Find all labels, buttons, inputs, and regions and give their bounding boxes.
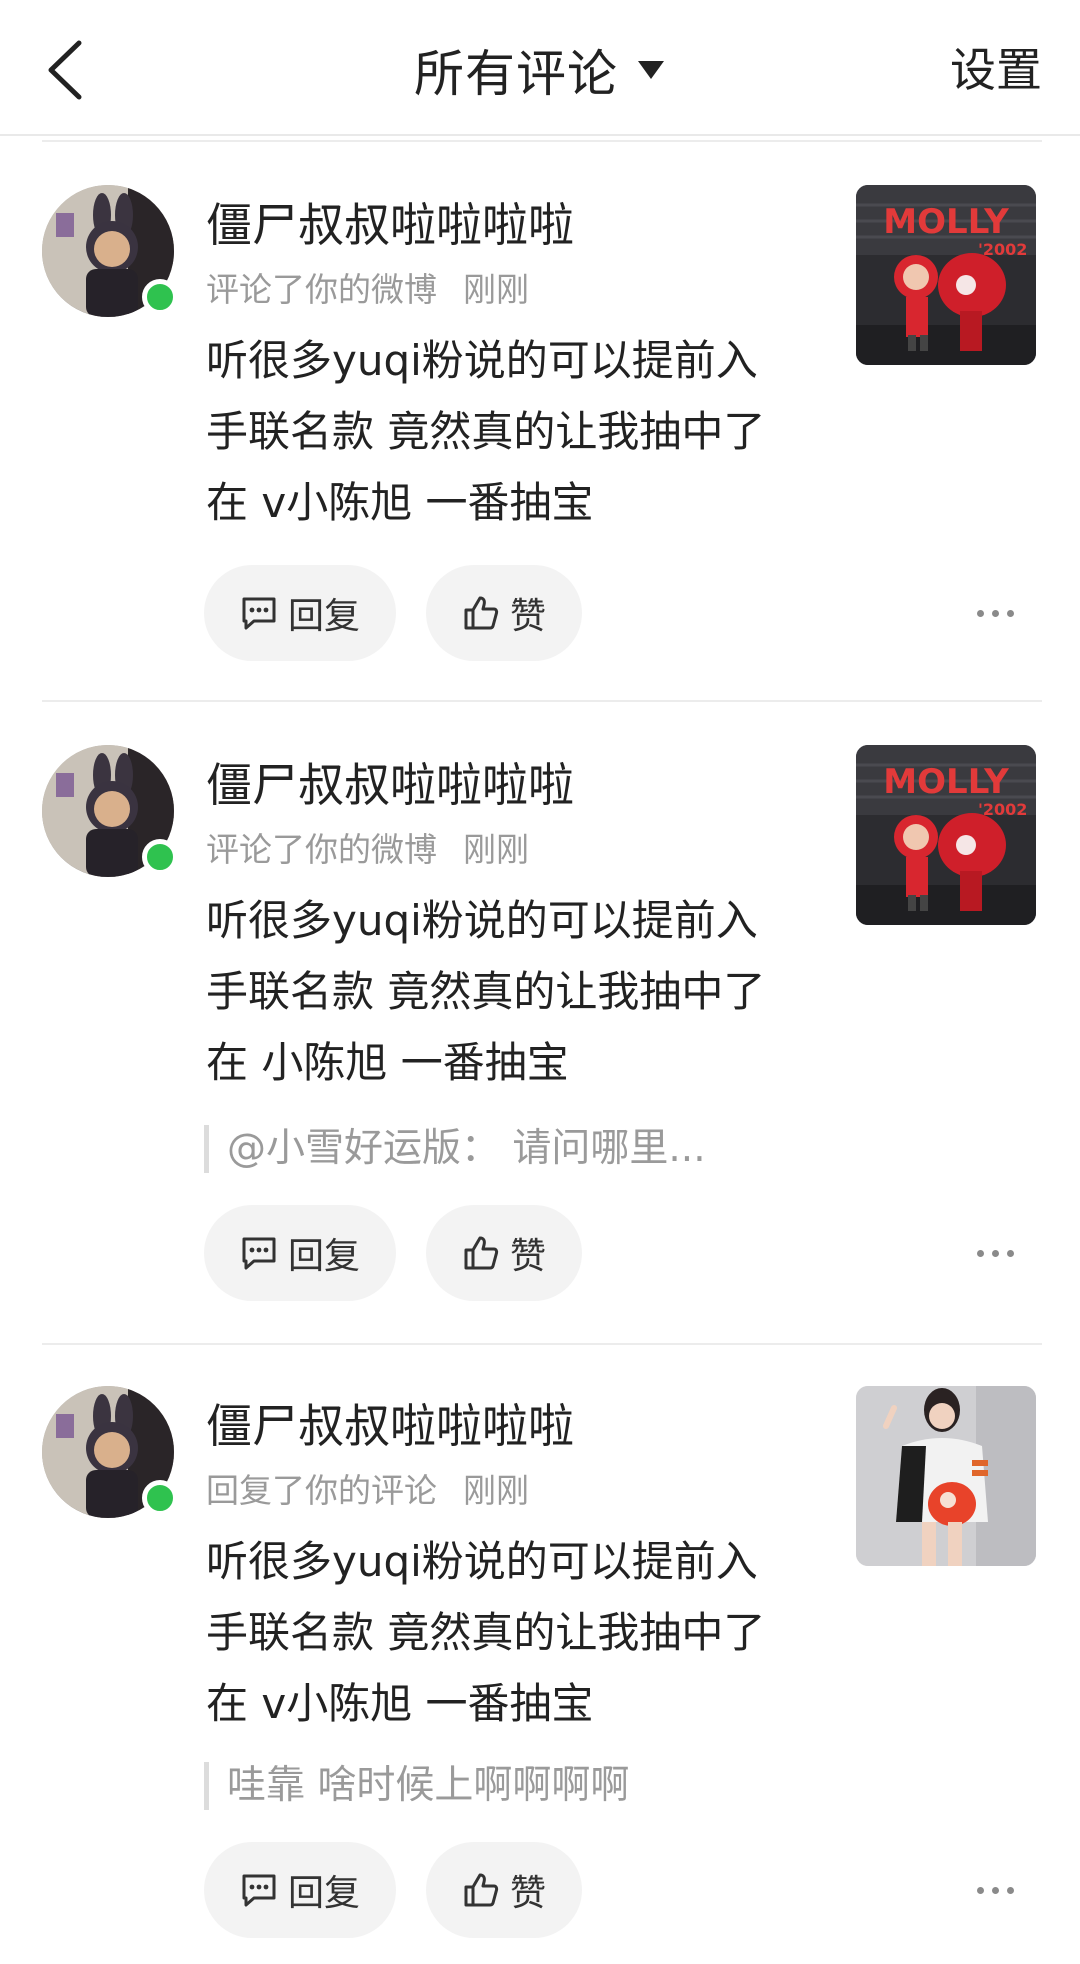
comment-bubble-icon [242,1237,276,1270]
svg-text:MOLLY: MOLLY [883,762,1009,802]
molly-poster-image: MOLLY '2002 [856,185,1036,365]
action-text: 评论了你的微博 [206,270,437,309]
online-status-dot [142,279,178,315]
timestamp: 刚刚 [463,270,529,309]
comment-text-line: 在 小陈旭 一番抽宝 [206,1038,569,1087]
comment-text: 听很多yuqi粉说的可以提前入 手联名款 竟然真的让我抽中了 在 v小陈旭 一番… [206,1526,806,1739]
comment-text: 听很多yuqi粉说的可以提前入 手联名款 竟然真的让我抽中了 在 小陈旭 一番抽… [206,885,806,1098]
top-bar: 所有评论 设置 [0,0,1080,136]
molly-poster-image: MOLLY '2002 [856,745,1036,925]
caret-down-icon[interactable] [636,59,666,81]
chevron-left-icon [48,40,82,100]
settings-button[interactable]: 设置 [950,34,1042,100]
divider [42,1343,1042,1345]
avatar[interactable] [42,745,178,877]
quoted-reply[interactable]: 哇靠 啥时候上啊啊啊啊 [204,1762,629,1810]
avatar[interactable] [42,1386,178,1518]
action-text: 回复了你的评论 [206,1471,437,1510]
reply-button[interactable]: 回复 [204,565,396,661]
comment-text-line: 在 v小陈旭 一番抽宝 [206,478,594,527]
action-text: 评论了你的微博 [206,830,437,869]
thumbs-up-icon [464,1236,499,1270]
like-button[interactable]: 赞 [426,565,582,661]
username[interactable]: 僵尸叔叔啦啦啦啦 [206,189,574,255]
back-button[interactable] [30,30,100,110]
reply-label: 回复 [287,1873,360,1914]
post-thumbnail[interactable] [856,1386,1036,1566]
divider [42,700,1042,702]
comment-text: 听很多yuqi粉说的可以提前入 手联名款 竟然真的让我抽中了 在 v小陈旭 一番… [206,325,806,538]
username[interactable]: 僵尸叔叔啦啦啦啦 [206,749,574,815]
more-options-icon[interactable] [960,1233,1030,1273]
like-button[interactable]: 赞 [426,1205,582,1301]
comment-text-line: 听很多yuqi粉说的可以提前入 [206,896,758,945]
thumbs-up-icon [464,596,499,630]
comment-meta: 评论了你的微博 刚刚 [206,263,529,311]
reply-button[interactable]: 回复 [204,1842,396,1938]
comment-text-line: 手联名款 竟然真的让我抽中了 [206,1608,766,1657]
page-title[interactable]: 所有评论 [414,34,618,106]
username[interactable]: 僵尸叔叔啦啦啦啦 [206,1390,574,1456]
comment-text-line: 听很多yuqi粉说的可以提前入 [206,1537,758,1586]
comment-text-line: 手联名款 竟然真的让我抽中了 [206,407,766,456]
comment-meta: 评论了你的微博 刚刚 [206,823,529,871]
person-photo-image [856,1386,1036,1566]
timestamp: 刚刚 [463,830,529,869]
divider [42,140,1042,142]
like-label: 赞 [509,596,546,637]
comment-bubble-icon [242,597,276,630]
comment-bubble-icon [242,1874,276,1907]
title-group: 所有评论 [0,30,1080,110]
avatar[interactable] [42,185,178,317]
more-options-icon[interactable] [960,593,1030,633]
post-thumbnail[interactable]: MOLLY '2002 [856,745,1036,925]
like-button[interactable]: 赞 [426,1842,582,1938]
reply-label: 回复 [287,596,360,637]
comment-text-line: 手联名款 竟然真的让我抽中了 [206,967,766,1016]
like-label: 赞 [509,1236,546,1277]
online-status-dot [142,1480,178,1516]
more-options-icon[interactable] [960,1870,1030,1910]
quoted-reply[interactable]: @小雪好运版： 请问哪里... [204,1125,706,1173]
reply-button[interactable]: 回复 [204,1205,396,1301]
comment-text-line: 在 v小陈旭 一番抽宝 [206,1679,594,1728]
comment-text-line: 听很多yuqi粉说的可以提前入 [206,336,758,385]
reply-label: 回复 [287,1236,360,1277]
online-status-dot [142,839,178,875]
post-thumbnail[interactable]: MOLLY '2002 [856,185,1036,365]
timestamp: 刚刚 [463,1471,529,1510]
comment-meta: 回复了你的评论 刚刚 [206,1464,529,1512]
thumbs-up-icon [464,1873,499,1907]
like-label: 赞 [509,1873,546,1914]
svg-text:MOLLY: MOLLY [883,202,1009,242]
